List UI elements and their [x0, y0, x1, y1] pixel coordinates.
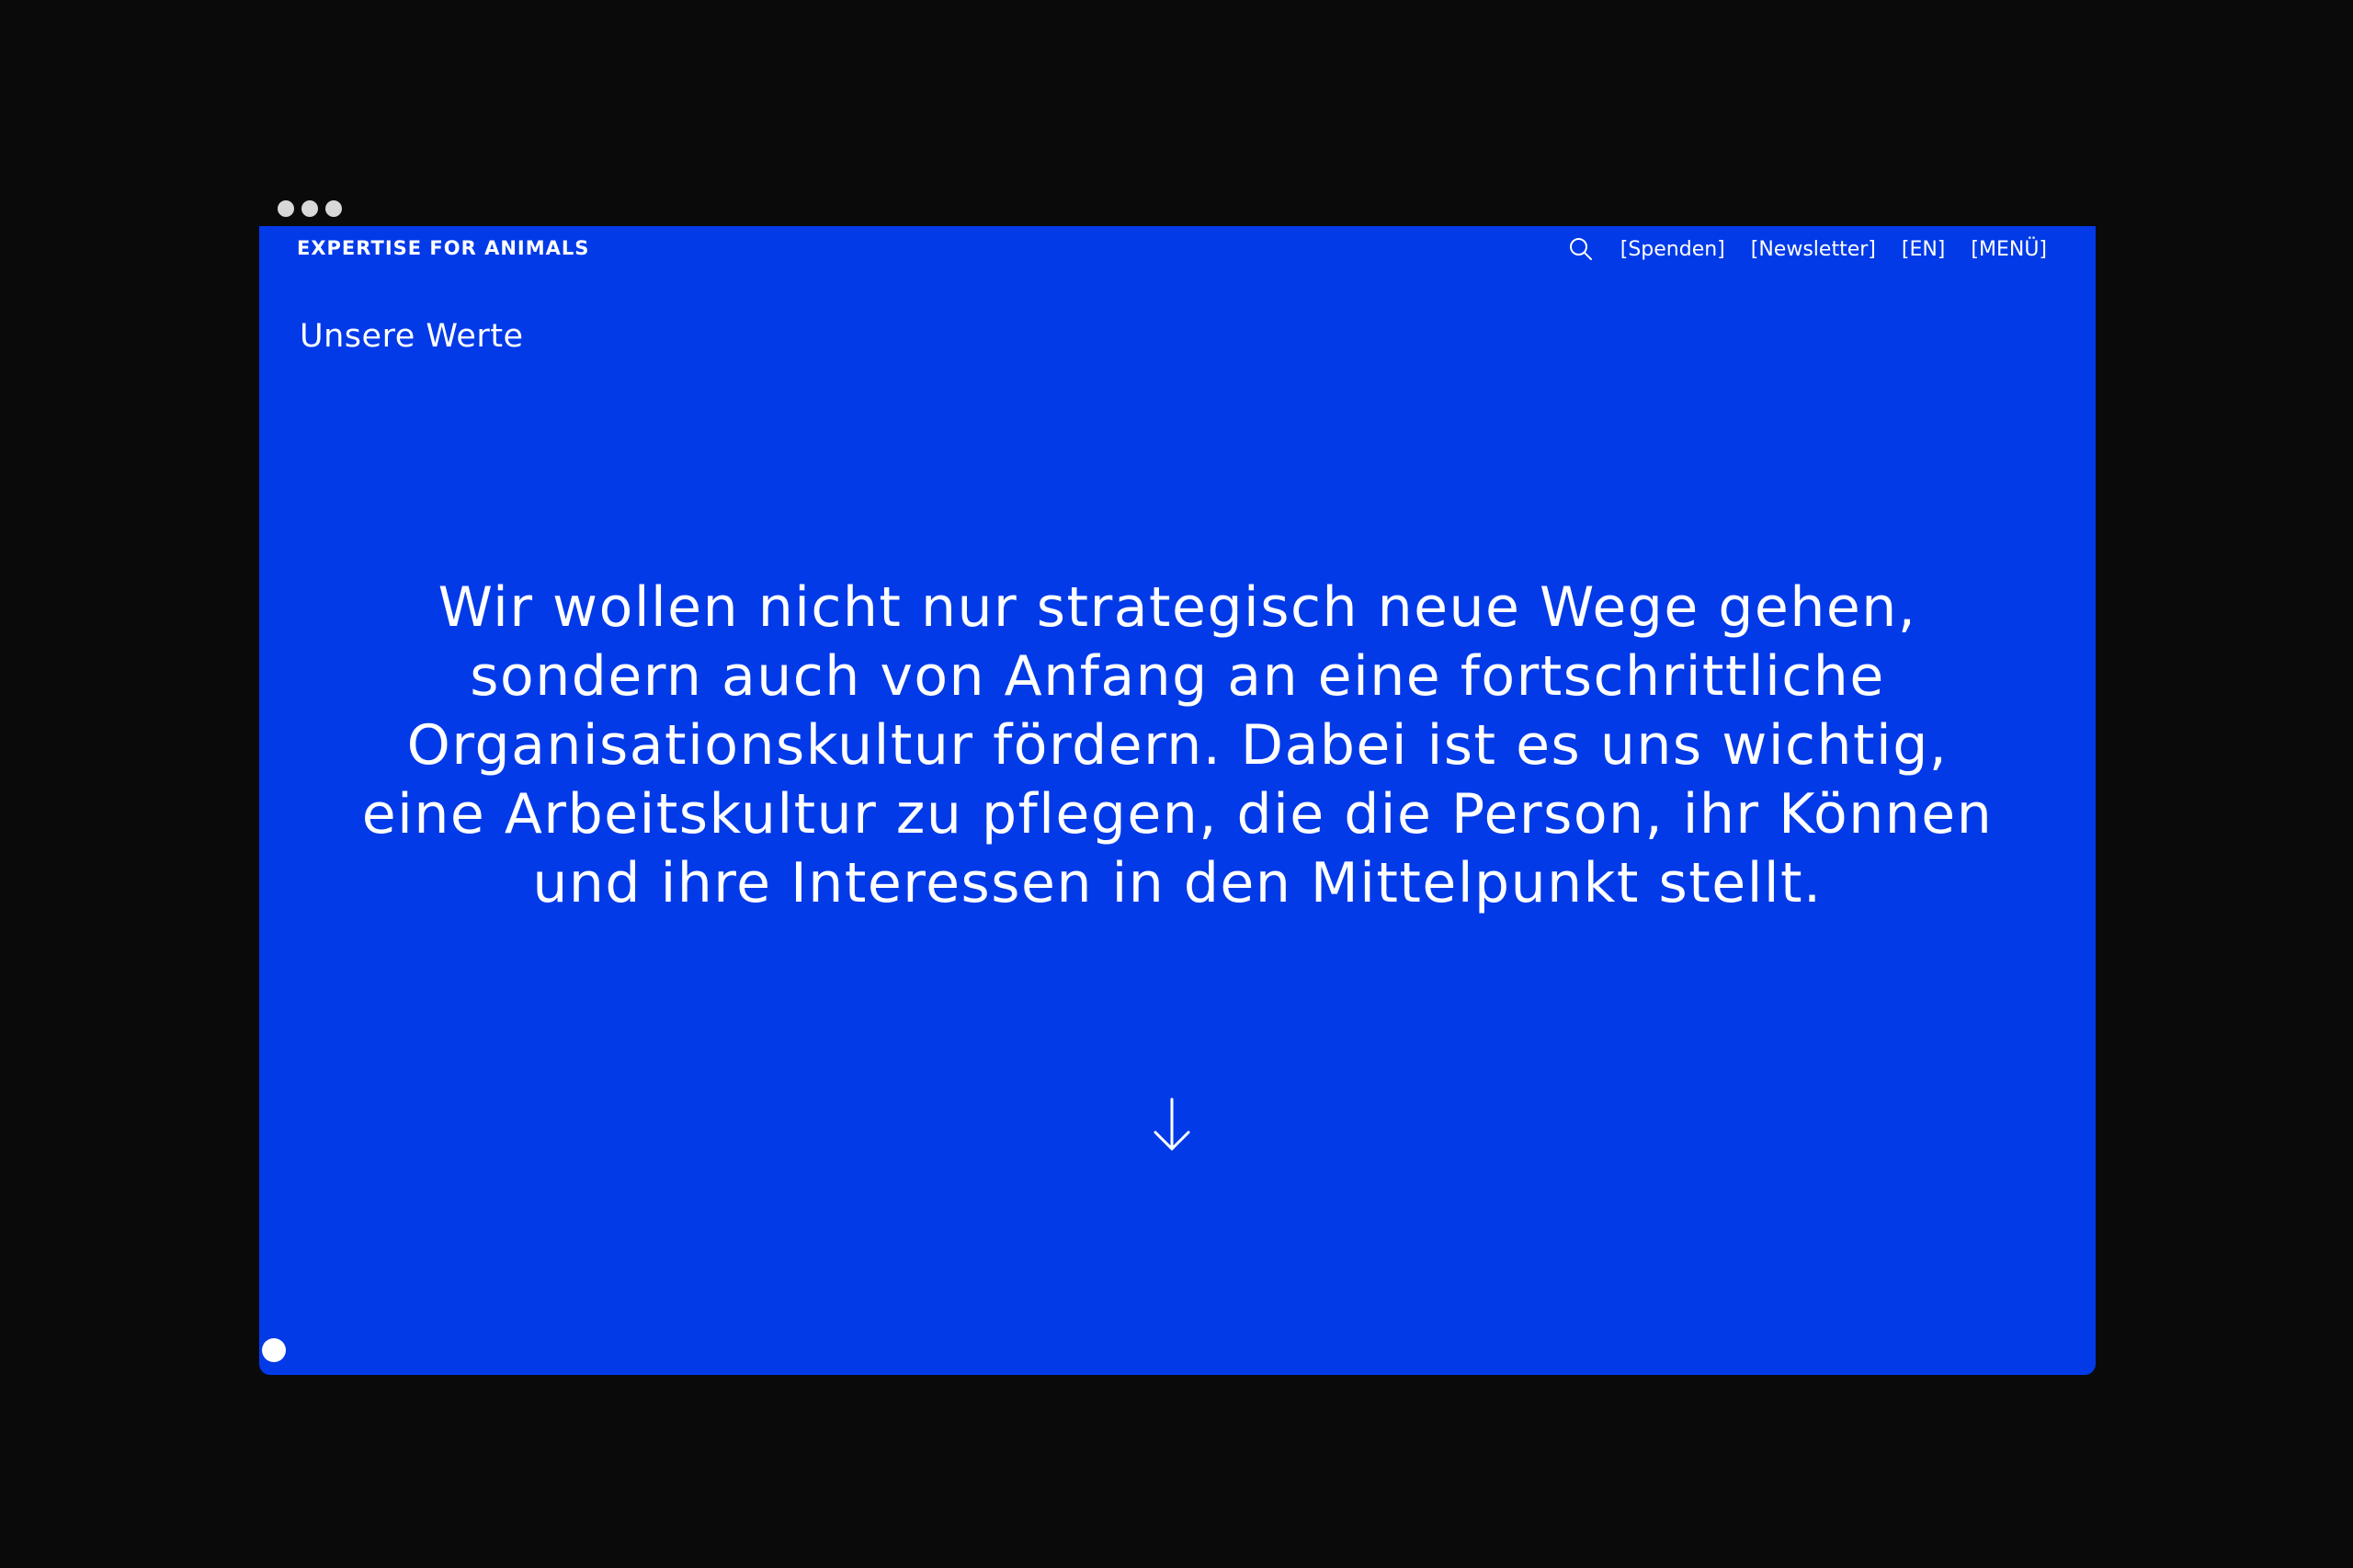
window-dot-icon [301, 200, 318, 217]
donate-link[interactable]: [Spenden] [1620, 238, 1725, 261]
statement-line: Organisationskultur fördern. Dabei ist e… [406, 713, 1949, 778]
stage: EXPERTISE FOR ANIMALS [Spenden] [Newslet… [0, 0, 2353, 1568]
site-logo[interactable]: EXPERTISE FOR ANIMALS [297, 237, 589, 259]
newsletter-link[interactable]: [Newsletter] [1751, 238, 1876, 261]
browser-viewport: EXPERTISE FOR ANIMALS [Spenden] [Newslet… [259, 226, 2096, 1375]
site-header: EXPERTISE FOR ANIMALS [Spenden] [Newslet… [259, 226, 2096, 272]
statement-line: und ihre Interessen in den Mittelpunkt s… [532, 851, 1823, 915]
statement-line: sondern auch von Anfang an eine fortschr… [470, 644, 1885, 709]
search-icon[interactable] [1567, 235, 1595, 263]
arrow-down-icon[interactable] [1146, 1096, 1198, 1154]
statement-line: Wir wollen nicht nur strategisch neue We… [438, 575, 1917, 640]
menu-button[interactable]: [MENÜ] [1971, 238, 2047, 261]
window-controls [278, 200, 342, 217]
window-dot-icon [325, 200, 342, 217]
values-statement: Wir wollen nicht nur strategisch neue We… [314, 574, 2040, 918]
cursor-dot-icon [262, 1338, 286, 1362]
statement-line: eine Arbeitskultur zu pflegen, die die P… [361, 782, 1994, 846]
language-switch[interactable]: [EN] [1902, 238, 1946, 261]
section-title: Unsere Werte [300, 318, 524, 355]
window-dot-icon [278, 200, 294, 217]
header-nav: [Spenden] [Newsletter] [EN] [MENÜ] [1567, 235, 2047, 263]
